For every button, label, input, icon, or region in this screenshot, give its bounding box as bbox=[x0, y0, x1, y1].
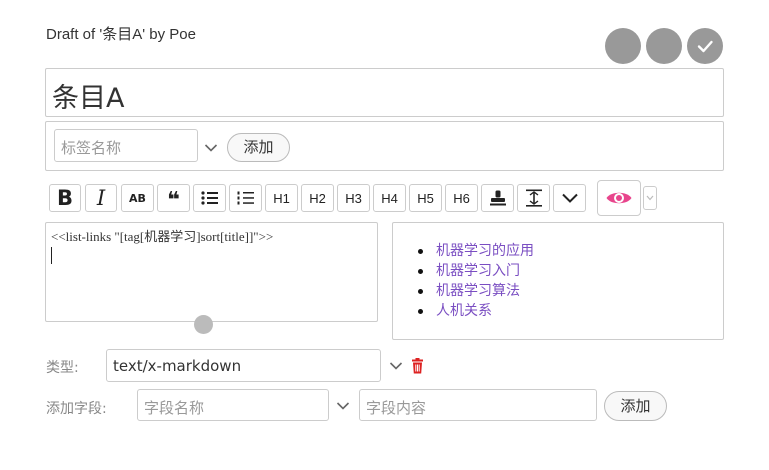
preview-link-item[interactable]: 机器学习算法 bbox=[418, 281, 534, 301]
cancel-button[interactable] bbox=[646, 28, 682, 64]
preview-link-item[interactable]: 人机关系 bbox=[418, 301, 534, 321]
preview-list: 机器学习的应用 机器学习入门 机器学习算法 人机关系 bbox=[418, 241, 534, 321]
chevron-down-icon bbox=[646, 195, 654, 201]
italic-button[interactable]: I bbox=[85, 184, 117, 212]
heading-1-button[interactable]: H1 bbox=[265, 184, 298, 212]
delete-icon[interactable] bbox=[411, 358, 424, 374]
text-editor[interactable]: <<list-links "[tag[机器学习]sort[title]]">> bbox=[45, 222, 378, 322]
chevron-down-icon[interactable] bbox=[336, 399, 350, 413]
numbered-list-icon bbox=[237, 191, 254, 205]
italic-label: I bbox=[96, 186, 106, 210]
smallcaps-button[interactable]: AB bbox=[121, 184, 154, 212]
draft-title: Draft of '条目A' by Poe bbox=[46, 26, 196, 43]
done-button[interactable] bbox=[687, 28, 723, 64]
more-button[interactable] bbox=[553, 184, 586, 212]
chevron-down-icon[interactable] bbox=[204, 141, 218, 155]
add-tag-button[interactable]: 添加 bbox=[227, 133, 290, 162]
preview-toggle-button[interactable] bbox=[597, 180, 641, 216]
preview-eye-icon bbox=[606, 192, 632, 204]
stamp-button[interactable] bbox=[481, 184, 514, 212]
preview-link-item[interactable]: 机器学习入门 bbox=[418, 261, 534, 281]
chevron-down-icon bbox=[561, 193, 578, 203]
quote-icon: ❝ bbox=[167, 188, 180, 213]
excise-icon bbox=[525, 189, 542, 207]
smallcaps-label: AB bbox=[129, 191, 146, 205]
confirm-check-icon bbox=[697, 40, 713, 53]
bullet-list-icon bbox=[200, 191, 218, 205]
chevron-down-icon[interactable] bbox=[389, 359, 403, 373]
quote-button[interactable]: ❝ bbox=[157, 184, 190, 212]
preview-link-item[interactable]: 机器学习的应用 bbox=[418, 241, 534, 261]
tag-name-input[interactable]: 标签名称 bbox=[54, 129, 198, 162]
type-input[interactable]: text/x-markdown bbox=[106, 349, 381, 382]
preview-panel: 机器学习的应用 机器学习入门 机器学习算法 人机关系 bbox=[392, 222, 724, 340]
heading-4-button[interactable]: H4 bbox=[373, 184, 406, 212]
field-value-input[interactable]: 字段内容 bbox=[359, 389, 597, 421]
delete-draft-button[interactable] bbox=[605, 28, 641, 64]
bold-button[interactable]: B bbox=[49, 184, 81, 212]
text-caret bbox=[51, 247, 52, 264]
heading-6-button[interactable]: H6 bbox=[445, 184, 478, 212]
stamp-icon bbox=[489, 190, 506, 206]
type-label: 类型: bbox=[46, 360, 79, 376]
preview-type-dropdown[interactable] bbox=[643, 186, 657, 210]
editor-text: <<list-links "[tag[机器学习]sort[title]]">> bbox=[51, 229, 274, 244]
excise-button[interactable] bbox=[517, 184, 550, 212]
add-field-button[interactable]: 添加 bbox=[604, 391, 667, 421]
add-field-label: 添加字段: bbox=[46, 401, 107, 417]
bullet-list-button[interactable] bbox=[193, 184, 226, 212]
heading-3-button[interactable]: H3 bbox=[337, 184, 370, 212]
bold-label: B bbox=[56, 186, 73, 210]
heading-5-button[interactable]: H5 bbox=[409, 184, 442, 212]
numbered-list-button[interactable] bbox=[229, 184, 262, 212]
field-name-input[interactable]: 字段名称 bbox=[137, 389, 329, 421]
heading-2-button[interactable]: H2 bbox=[301, 184, 334, 212]
editor-resize-handle[interactable] bbox=[194, 315, 213, 334]
title-input[interactable]: 条目A bbox=[45, 68, 724, 117]
